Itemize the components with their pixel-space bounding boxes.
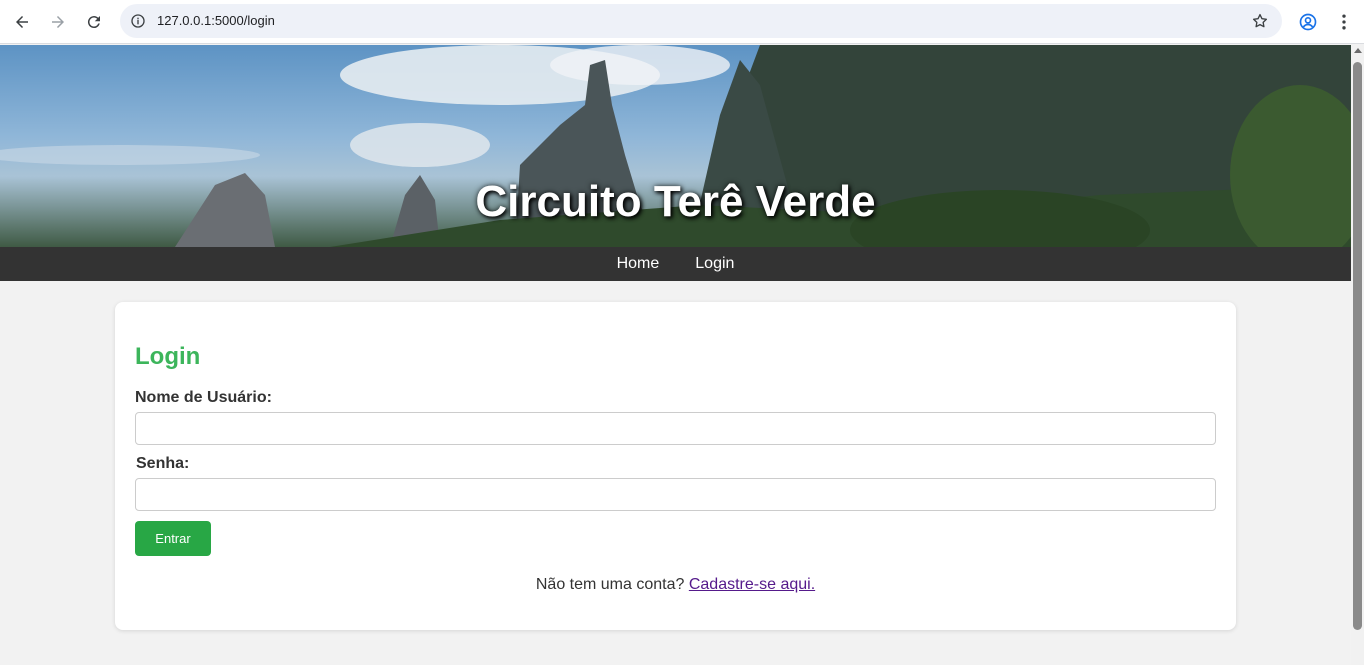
menu-dots-icon[interactable] [1332, 10, 1356, 34]
reload-button[interactable] [80, 8, 108, 36]
nav-link-home[interactable]: Home [617, 255, 660, 273]
profile-icon[interactable] [1296, 10, 1320, 34]
site-title: Circuito Terê Verde [475, 177, 876, 226]
username-input[interactable] [135, 412, 1216, 445]
address-bar[interactable]: 127.0.0.1:5000/login [120, 4, 1282, 38]
signup-link[interactable]: Cadastre-se aqui. [689, 576, 815, 593]
nav-link-login[interactable]: Login [695, 255, 734, 273]
signup-prompt-text: Não tem uma conta? [535, 576, 685, 593]
signup-prompt: Não tem uma conta? Cadastre-se aqui. [115, 576, 1236, 594]
main-nav: Home Login [0, 247, 1351, 281]
password-label: Senha: [136, 455, 190, 472]
arrow-left-icon [16, 16, 28, 28]
password-input[interactable] [135, 478, 1216, 511]
login-heading: Login [135, 343, 201, 370]
url-text[interactable]: 127.0.0.1:5000/login [157, 13, 275, 28]
scroll-thumb[interactable] [1353, 62, 1362, 630]
arrow-right-icon [52, 16, 64, 28]
site-info-icon[interactable] [128, 11, 148, 31]
bookmark-star-icon[interactable] [1250, 11, 1270, 31]
login-submit-button[interactable]: Entrar [135, 521, 211, 556]
browser-toolbar: 127.0.0.1:5000/login [0, 0, 1364, 44]
forward-button[interactable] [44, 8, 72, 36]
scroll-up-arrow-icon[interactable] [1354, 48, 1362, 53]
login-card: Login Nome de Usuário: Senha: Entrar Não… [115, 302, 1236, 630]
username-label: Nome de Usuário: [135, 389, 272, 406]
header-banner: Circuito Terê Verde [0, 45, 1351, 247]
page-scrollbar[interactable] [1351, 44, 1364, 665]
page-content: Circuito Terê Verde Home Login Login Nom… [0, 45, 1351, 665]
back-button[interactable] [8, 8, 36, 36]
reload-icon [87, 16, 100, 29]
